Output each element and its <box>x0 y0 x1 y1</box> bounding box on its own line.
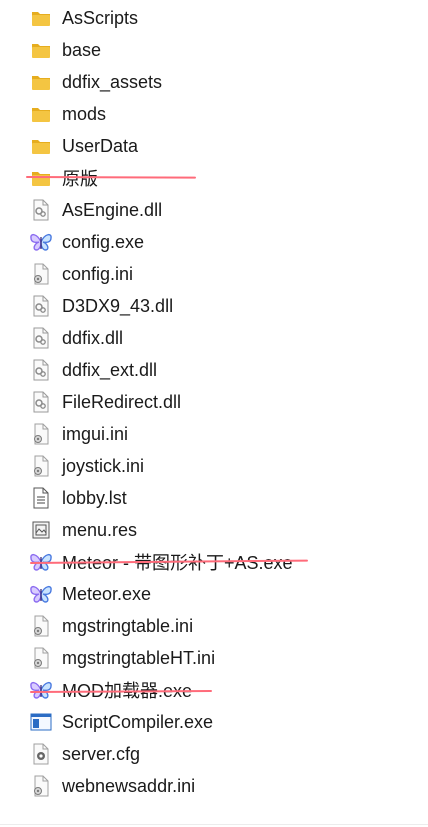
file-row[interactable]: UserData <box>28 130 408 162</box>
file-row[interactable]: ddfix_ext.dll <box>28 354 408 386</box>
resource-file-icon <box>28 518 54 542</box>
butterfly-app-icon <box>28 582 54 606</box>
file-name: menu.res <box>62 519 138 540</box>
folder-icon <box>28 6 54 30</box>
folder-icon <box>28 134 54 158</box>
ini-settings-icon <box>28 262 54 286</box>
file-row[interactable]: joystick.ini <box>28 450 408 482</box>
ini-settings-icon <box>28 422 54 446</box>
file-name: UserData <box>62 135 139 156</box>
file-name: mgstringtableHT.ini <box>62 647 216 668</box>
file-list-pane: AsScripts base ddfix_assets mods UserDat… <box>0 0 428 827</box>
dll-icon <box>28 294 54 318</box>
file-name: ddfix_assets <box>62 71 163 92</box>
dll-icon <box>28 358 54 382</box>
file-name: config.exe <box>62 231 145 252</box>
file-row[interactable]: base <box>28 34 408 66</box>
file-name: FileRedirect.dll <box>62 391 182 412</box>
file-name: AsEngine.dll <box>62 199 163 220</box>
pane-bottom-edge <box>0 824 428 825</box>
file-name: imgui.ini <box>62 423 129 444</box>
file-row[interactable]: mods <box>28 98 408 130</box>
butterfly-app-icon <box>28 230 54 254</box>
dll-icon <box>28 326 54 350</box>
file-row[interactable]: mgstringtableHT.ini <box>28 642 408 674</box>
dll-icon <box>28 198 54 222</box>
file-row[interactable]: menu.res <box>28 514 408 546</box>
file-name: mods <box>62 103 107 124</box>
window-app-icon <box>28 710 54 734</box>
folder-icon <box>28 102 54 126</box>
file-row[interactable]: lobby.lst <box>28 482 408 514</box>
file-name: base <box>62 39 102 60</box>
ini-settings-icon <box>28 454 54 478</box>
dll-icon <box>28 390 54 414</box>
ini-settings-icon <box>28 774 54 798</box>
file-name: lobby.lst <box>62 487 127 508</box>
text-file-icon <box>28 486 54 510</box>
file-row[interactable]: ddfix_assets <box>28 66 408 98</box>
file-row[interactable]: webnewsaddr.ini <box>28 770 408 802</box>
file-name: Meteor.exe <box>62 583 152 604</box>
file-row[interactable]: Meteor.exe <box>28 578 408 610</box>
file-row[interactable]: FileRedirect.dll <box>28 386 408 418</box>
file-name: webnewsaddr.ini <box>62 775 196 796</box>
ini-settings-icon <box>28 614 54 638</box>
file-name: AsScripts <box>62 7 139 28</box>
file-row[interactable]: AsEngine.dll <box>28 194 408 226</box>
file-row[interactable]: config.exe <box>28 226 408 258</box>
file-name: ScriptCompiler.exe <box>62 711 214 732</box>
file-row[interactable]: mgstringtable.ini <box>28 610 408 642</box>
folder-icon <box>28 38 54 62</box>
file-name: mgstringtable.ini <box>62 615 194 636</box>
file-name: D3DX9_43.dll <box>62 295 174 316</box>
file-row[interactable]: D3DX9_43.dll <box>28 290 408 322</box>
ini-settings-icon <box>28 646 54 670</box>
file-row[interactable]: ScriptCompiler.exe <box>28 706 408 738</box>
file-name: ddfix_ext.dll <box>62 359 158 380</box>
gear-file-icon <box>28 742 54 766</box>
file-row[interactable]: imgui.ini <box>28 418 408 450</box>
file-name: config.ini <box>62 263 134 284</box>
file-name: joystick.ini <box>62 455 145 476</box>
file-row[interactable]: AsScripts <box>28 2 408 34</box>
file-row[interactable]: server.cfg <box>28 738 408 770</box>
file-name: ddfix.dll <box>62 327 124 348</box>
file-row[interactable]: ddfix.dll <box>28 322 408 354</box>
file-row[interactable]: config.ini <box>28 258 408 290</box>
folder-icon <box>28 70 54 94</box>
file-name: server.cfg <box>62 743 141 764</box>
